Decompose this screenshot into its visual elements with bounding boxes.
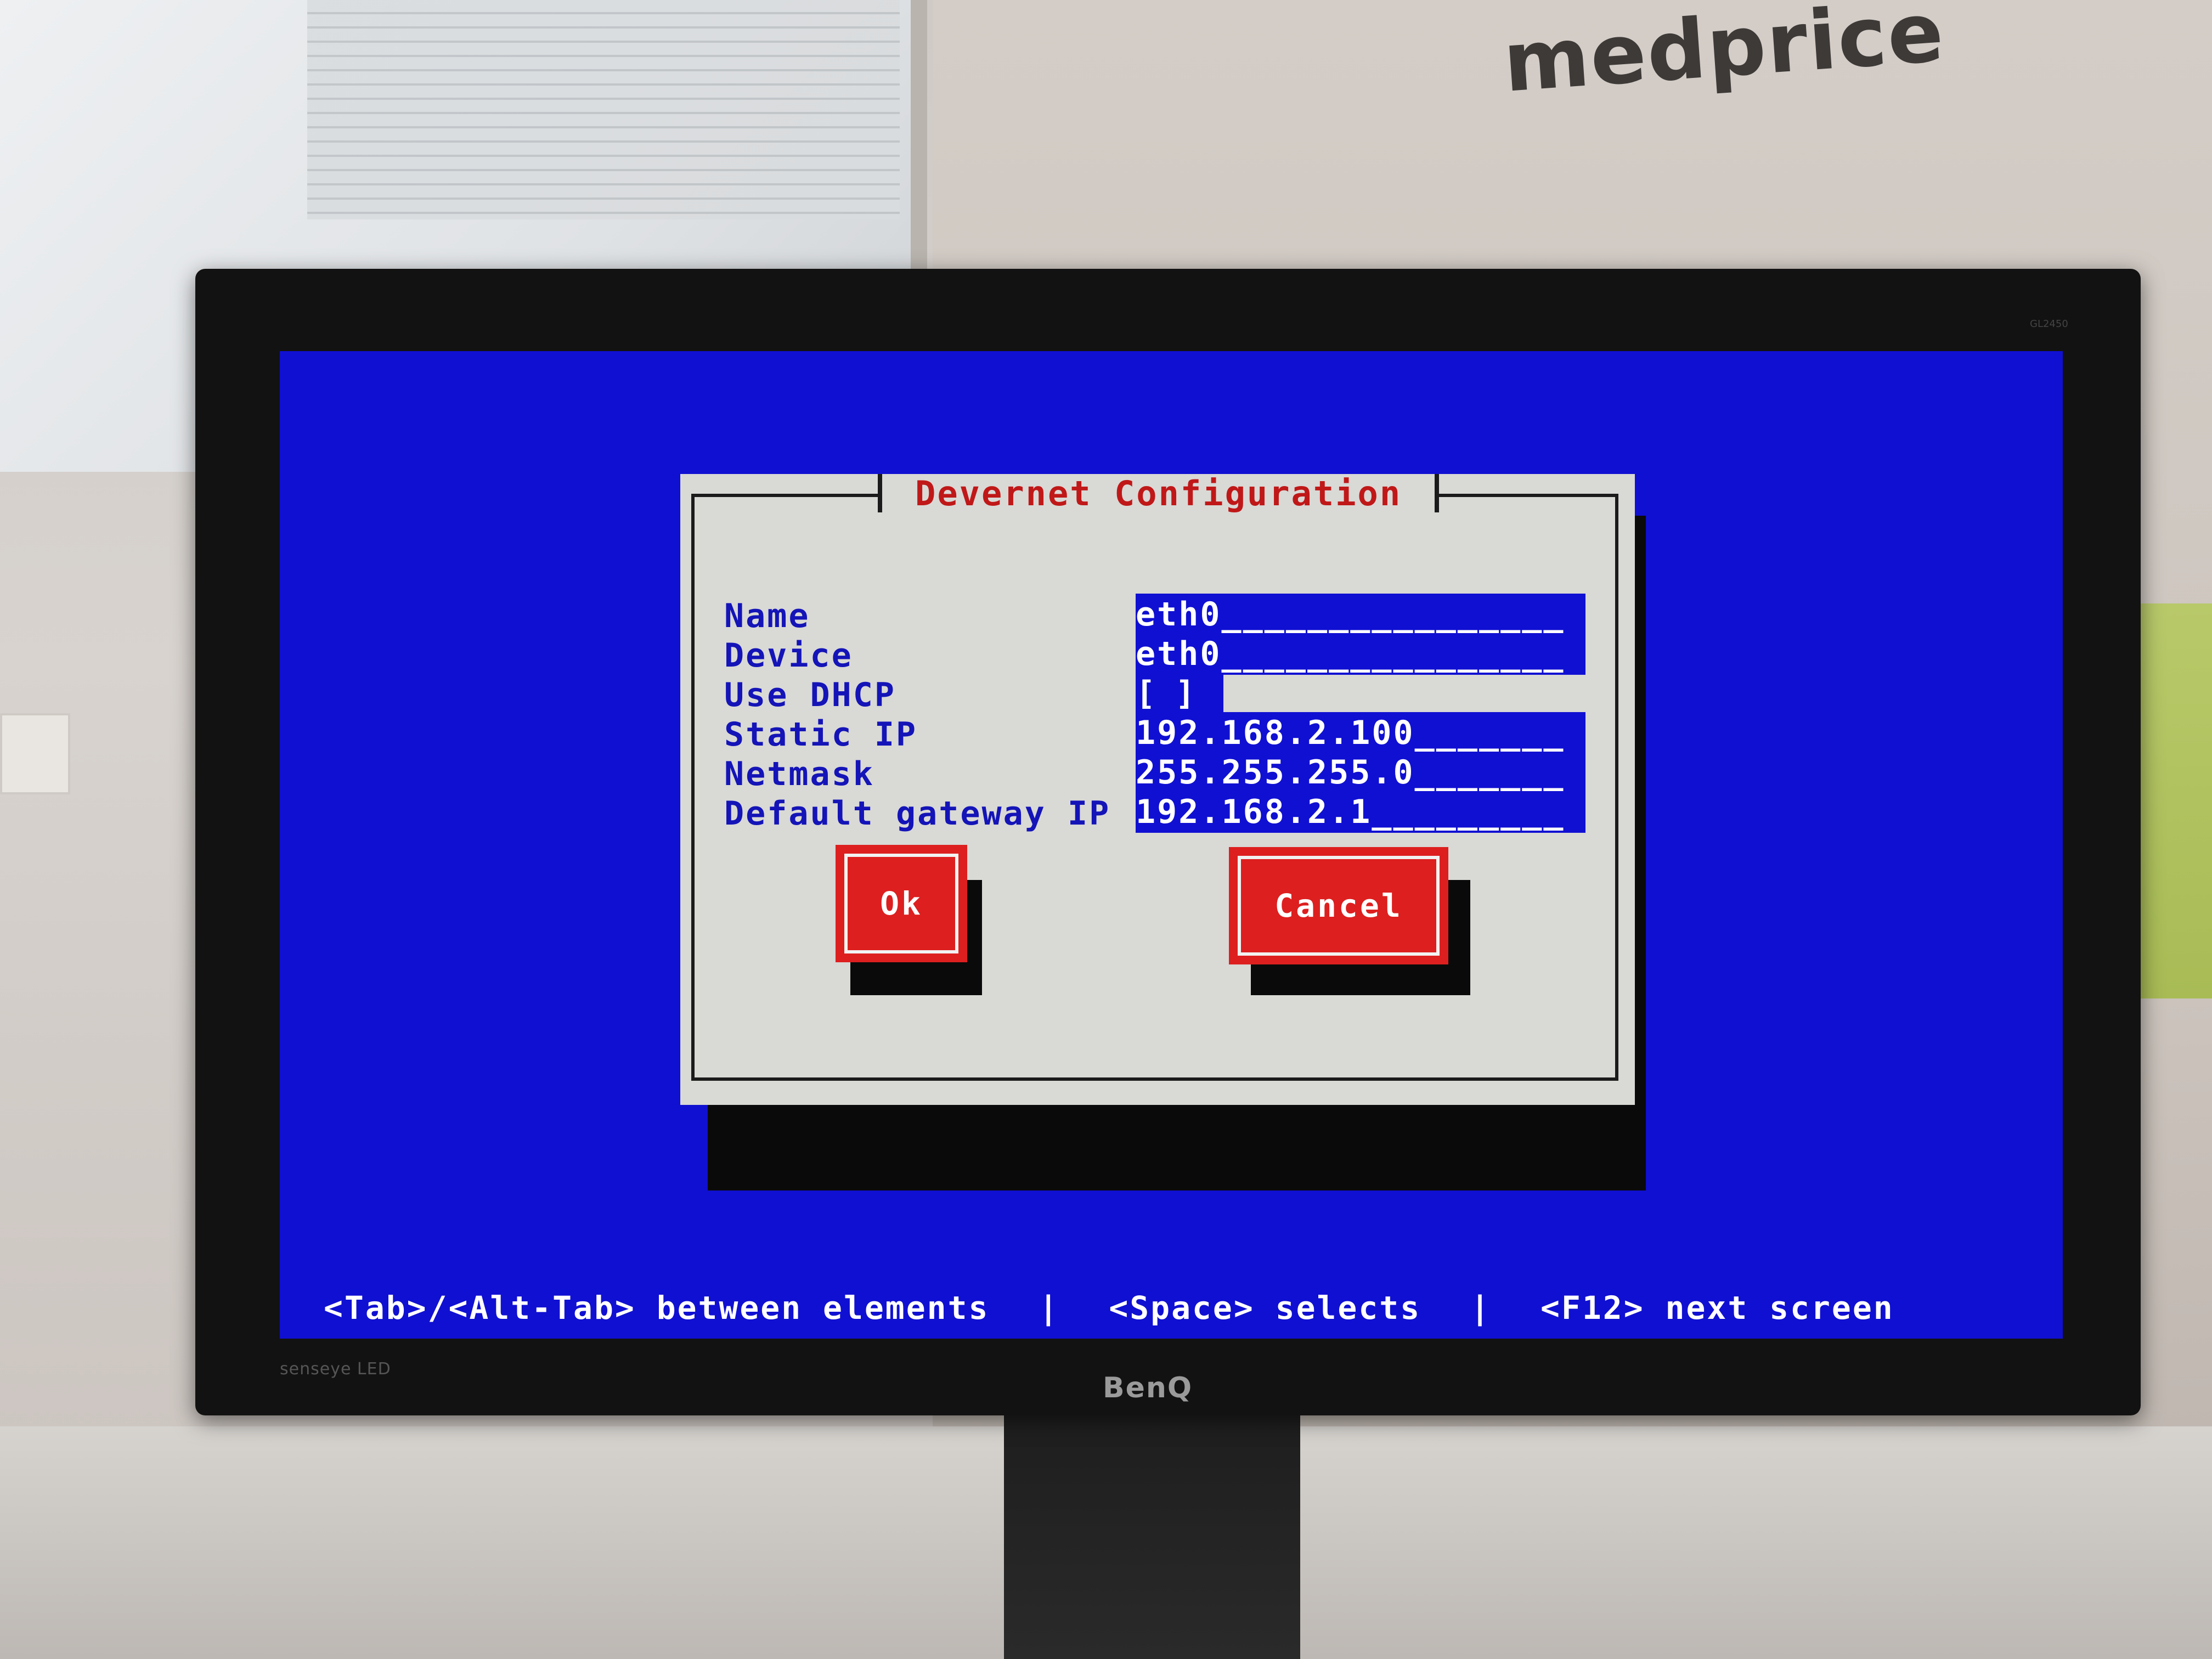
status-f12-hint: <F12> next screen <box>1541 1289 1894 1327</box>
label-netmask: Netmask <box>724 755 874 793</box>
monitor-model-label: GL2450 <box>2030 318 2068 330</box>
status-bar: <Tab>/<Alt-Tab> between elements | <Spac… <box>324 1289 2024 1327</box>
monitor-tagline: senseye LED <box>280 1359 391 1379</box>
label-default-gateway: Default gateway IP <box>724 794 1111 833</box>
status-tab-hint: <Tab>/<Alt-Tab> between elements <box>324 1289 990 1327</box>
ok-button-label: Ok <box>844 854 958 953</box>
cancel-button-label: Cancel <box>1238 856 1440 956</box>
name-input[interactable]: eth0________________ <box>1136 594 1585 635</box>
label-device: Device <box>724 636 853 675</box>
cancel-button[interactable]: Cancel <box>1229 847 1448 964</box>
label-name: Name <box>724 597 810 635</box>
monitor-brand-logo: BenQ <box>1103 1372 1193 1404</box>
status-space-hint: <Space> selects <box>1109 1289 1421 1327</box>
dialog-title-bar: Devernet Configuration <box>878 473 1440 514</box>
dialog-title: Devernet Configuration <box>915 473 1402 514</box>
status-separator: | <box>1470 1289 1492 1327</box>
label-static-ip: Static IP <box>724 715 918 754</box>
config-dialog: Devernet Configuration Name eth0________… <box>680 473 1635 1105</box>
default-gateway-input[interactable]: 192.168.2.1_________ <box>1136 791 1585 833</box>
netmask-input[interactable]: 255.255.255.0_______ <box>1136 752 1585 793</box>
terminal-screen: Devernet Configuration Name eth0________… <box>280 351 2063 1339</box>
static-ip-input[interactable]: 192.168.2.100_______ <box>1136 712 1585 754</box>
device-input[interactable]: eth0________________ <box>1136 633 1585 675</box>
status-separator: | <box>1039 1289 1060 1327</box>
wall-socket <box>0 713 70 794</box>
window-blinds <box>307 0 900 219</box>
label-use-dhcp: Use DHCP <box>724 676 896 714</box>
ok-button[interactable]: Ok <box>836 845 967 962</box>
monitor-stand <box>1004 1415 1300 1659</box>
use-dhcp-checkbox[interactable]: [ ] <box>1136 673 1223 714</box>
